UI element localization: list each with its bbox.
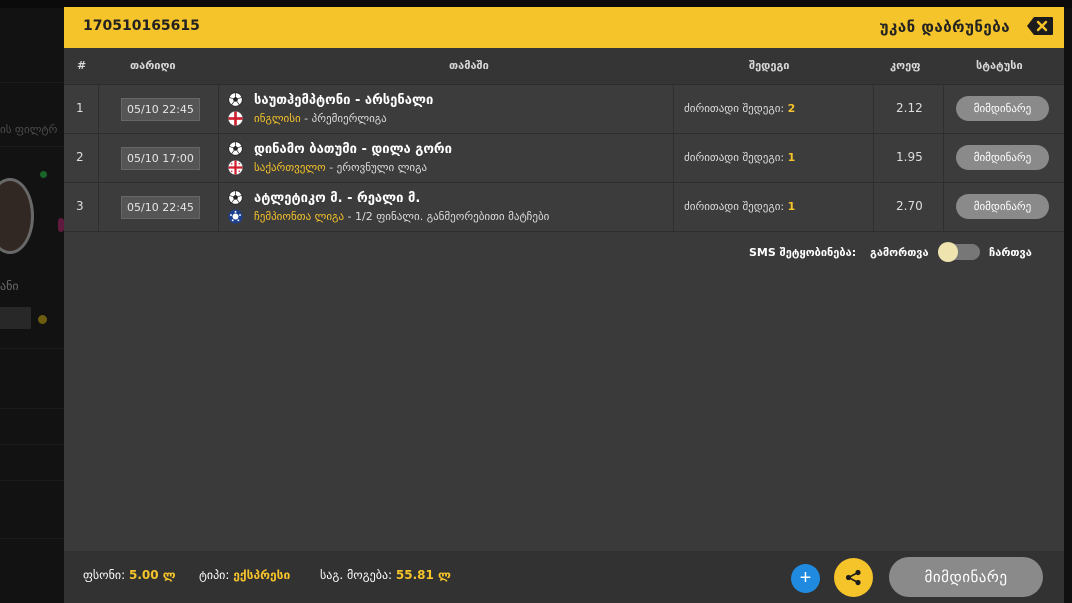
column-header-outcome: შედეგი	[749, 59, 790, 72]
match-title: საუთჰემპტონი - არსენალი	[254, 93, 434, 108]
football-icon	[228, 92, 243, 107]
league-name: - 1/2 ფინალი. განმეორებითი მატჩები	[344, 210, 550, 223]
potential-win-info: საგ. მოგება: 55.81 ლ	[320, 568, 451, 582]
champions-league-icon	[228, 209, 243, 224]
bet-type-value: ექსპრესი	[233, 568, 291, 582]
odds-value: 2.70	[896, 199, 923, 213]
table-row: 1 05/10 22:45 საუთჰემპტონი - არსენალი ინ…	[64, 85, 1064, 134]
bet-type-label: ტიპი:	[199, 568, 230, 582]
divider	[873, 183, 874, 231]
league-country[interactable]: ინგლისი	[254, 112, 301, 125]
column-header-date: თარიღი	[130, 59, 176, 72]
divider	[98, 183, 99, 231]
match-date: 05/10 17:00	[121, 147, 200, 170]
divider	[98, 134, 99, 182]
match-date: 05/10 22:45	[121, 196, 200, 219]
column-header-odds: კოეფ	[890, 59, 921, 72]
outcome-value: 1	[787, 200, 796, 213]
table-row: 3 05/10 22:45 ატლეტიკო მ. - რეალი მ. ჩემ…	[64, 183, 1064, 232]
match-league: ჩემპიონთა ლიგა - 1/2 ფინალი. განმეორებით…	[254, 210, 549, 223]
ticket-modal: 170510165615 უკან დაბრუნება # თარიღი თამ…	[64, 7, 1064, 603]
sms-toggle[interactable]	[938, 242, 980, 262]
add-button[interactable]: +	[791, 564, 820, 593]
outcome-value: 1	[787, 151, 796, 164]
potential-win-value: 55.81 ლ	[395, 568, 451, 582]
match-league: ინგლისი - პრემიერლიგა	[254, 112, 387, 125]
sms-label: SMS შეტყობინება:	[749, 246, 857, 259]
status-badge[interactable]: მიმდინარე	[956, 145, 1049, 170]
georgia-flag-icon	[228, 160, 243, 175]
ticket-footer: ფსონი: 5.00 ლ ტიპი: ექსპრესი საგ. მოგება…	[64, 551, 1064, 603]
bet-type-info: ტიპი: ექსპრესი	[199, 568, 290, 582]
divider	[943, 134, 944, 182]
column-header-game: თამაში	[449, 59, 489, 72]
stake-value: 5.00 ლ	[128, 568, 176, 582]
stake-label: ფსონი:	[83, 568, 126, 582]
match-league: საქართველო - ეროვნული ლიგა	[254, 161, 427, 174]
back-button[interactable]: უკან დაბრუნება	[880, 18, 1010, 36]
match-title: დინამო ბათუმი - დილა გორი	[254, 142, 452, 157]
column-header-num: #	[77, 59, 87, 72]
potential-win-label: საგ. მოგება:	[320, 568, 393, 582]
england-flag-icon	[228, 111, 243, 126]
league-name: - ეროვნული ლიგა	[325, 161, 428, 174]
bet-outcome: ძირითადი შედეგი: 1	[684, 151, 795, 164]
outcome-value: 2	[787, 102, 796, 115]
status-badge[interactable]: მიმდინარე	[956, 96, 1049, 121]
ticket-status-button[interactable]: მიმდინარე	[889, 557, 1043, 597]
table-header: # თარიღი თამაში შედეგი კოეფ სტატუსი	[64, 48, 1064, 85]
modal-header: 170510165615 უკან დაბრუნება	[64, 7, 1064, 48]
divider	[943, 85, 944, 133]
football-icon	[228, 141, 243, 156]
divider	[218, 134, 219, 182]
row-number: 1	[76, 101, 84, 115]
league-name: - პრემიერლიგა	[300, 112, 387, 125]
odds-value: 1.95	[896, 150, 923, 164]
ticket-id: 170510165615	[83, 18, 200, 34]
divider	[218, 183, 219, 231]
match-date: 05/10 22:45	[121, 98, 200, 121]
outcome-label: ძირითადი შედეგი:	[684, 151, 788, 164]
toggle-knob	[938, 242, 958, 262]
divider	[673, 183, 674, 231]
sms-off-label[interactable]: გამორთვა	[870, 246, 929, 259]
row-number: 3	[76, 199, 84, 213]
sms-on-label[interactable]: ჩართვა	[989, 246, 1032, 259]
share-icon	[845, 569, 861, 586]
divider	[98, 85, 99, 133]
odds-value: 2.12	[896, 101, 923, 115]
outcome-label: ძირითადი შედეგი:	[684, 200, 788, 213]
bet-outcome: ძირითადი შედეგი: 1	[684, 200, 795, 213]
stake-info: ფსონი: 5.00 ლ	[83, 568, 176, 582]
league-country[interactable]: საქართველო	[254, 161, 326, 174]
status-badge[interactable]: მიმდინარე	[956, 194, 1049, 219]
table-row: 2 05/10 17:00 დინამო ბათუმი - დილა გორი …	[64, 134, 1064, 183]
row-number: 2	[76, 150, 84, 164]
divider	[673, 134, 674, 182]
backspace-close-icon[interactable]	[1026, 16, 1054, 36]
divider	[873, 134, 874, 182]
divider	[218, 85, 219, 133]
football-icon	[228, 190, 243, 205]
share-button[interactable]	[834, 558, 873, 597]
outcome-label: ძირითადი შედეგი:	[684, 102, 788, 115]
league-country[interactable]: ჩემპიონთა ლიგა	[254, 210, 344, 223]
divider	[673, 85, 674, 133]
divider	[873, 85, 874, 133]
bet-outcome: ძირითადი შედეგი: 2	[684, 102, 795, 115]
column-header-status: სტატუსი	[976, 59, 1023, 72]
divider	[943, 183, 944, 231]
match-title: ატლეტიკო მ. - რეალი მ.	[254, 191, 421, 206]
